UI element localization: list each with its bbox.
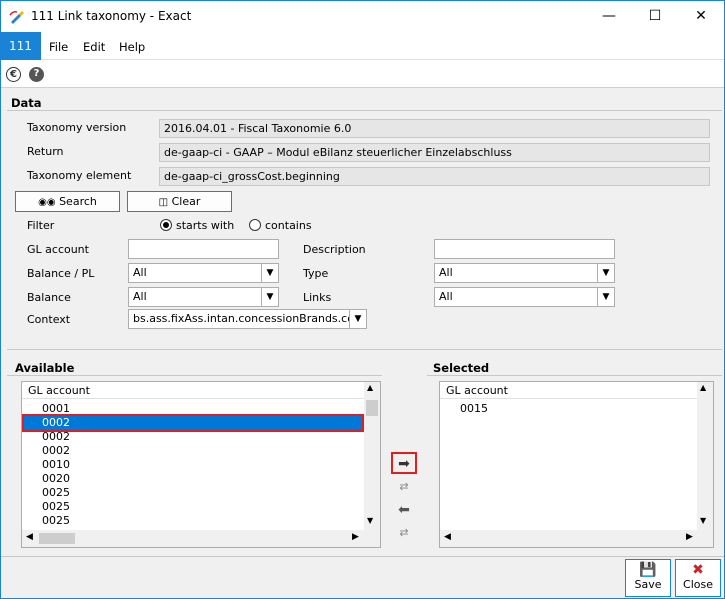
title-bar: 111 Link taxonomy - Exact — ☐ ✕ [1,1,724,32]
scroll-up-icon[interactable]: ▲ [367,383,373,392]
divider [1,556,724,557]
available-column-header[interactable]: GL account [22,382,364,399]
eraser-icon: ◫ [158,197,169,208]
taxonomy-version-field: 2016.04.01 - Fiscal Taxonomie 6.0 [159,119,710,138]
divider [7,349,722,350]
filter-label: Filter [27,219,55,232]
divider [427,375,722,376]
add-selected-button[interactable]: ➡ [391,452,417,474]
return-label: Return [27,145,64,158]
type-label: Type [303,267,329,280]
remove-all-button[interactable]: ⇄ [391,523,417,545]
list-item[interactable]: 0025 [24,500,362,514]
list-item[interactable]: 0001 [24,402,362,416]
available-header: Available [15,361,75,375]
close-button[interactable]: ✖ Close [675,559,721,597]
menu-bar: 111 File Edit Help [1,32,724,60]
selected-column-header[interactable]: GL account [440,382,697,399]
maximize-button[interactable]: ☐ [632,1,678,32]
starts-with-label: starts with [176,219,235,232]
links-select[interactable]: All ▼ [434,287,615,307]
description-input[interactable] [434,239,615,259]
balance-select[interactable]: All ▼ [128,287,279,307]
selected-header: Selected [433,361,490,375]
help-icon[interactable]: ? [29,67,44,82]
contains-radio[interactable] [249,219,261,231]
available-vertical-scrollbar[interactable]: ▲ ▼ [364,382,380,530]
close-window-button[interactable]: ✕ [678,1,724,32]
return-field: de-gaap-ci - GAAP – Modul eBilanz steuer… [159,143,710,162]
arrow-left-icon: ⬅ [398,502,410,518]
list-item[interactable]: 0002 [24,444,362,458]
scroll-thumb[interactable] [39,533,75,544]
binoculars-icon: ◉◉ [38,197,56,208]
taxonomy-element-field: de-gaap-ci_grossCost.beginning [159,167,710,186]
list-item[interactable]: 0020 [24,472,362,486]
taxonomy-version-label: Taxonomy version [27,121,127,134]
search-button[interactable]: ◉◉ Search [15,191,120,212]
scroll-down-icon[interactable]: ▼ [367,516,373,525]
data-section-header: Data [11,96,42,110]
add-all-button[interactable]: ⇄ [391,477,417,499]
balance-pl-select[interactable]: All ▼ [128,263,279,283]
list-item[interactable]: 0010 [24,458,362,472]
context-label: Context [27,313,71,326]
selected-vertical-scrollbar[interactable]: ▲ ▼ [697,382,713,530]
balance-label: Balance [27,291,71,304]
starts-with-radio[interactable] [160,219,172,231]
type-select[interactable]: All ▼ [434,263,615,283]
scroll-down-icon[interactable]: ▼ [700,516,706,525]
double-arrow-icon: ⇄ [399,480,409,493]
taxonomy-element-label: Taxonomy element [27,169,132,182]
window-title: 111 Link taxonomy - Exact [31,9,192,23]
euro-icon[interactable]: € [6,67,21,82]
available-list[interactable]: GL account 0001 0002 0002 0002 0010 0020 0025 0… [21,381,381,548]
remove-selected-button[interactable]: ⬅ [391,500,417,522]
scroll-left-icon[interactable]: ◀ [26,532,33,542]
list-item[interactable]: 0025 [24,514,362,528]
scroll-up-icon[interactable]: ▲ [700,383,706,392]
clear-button[interactable]: ◫ Clear [127,191,232,212]
gl-account-label: GL account [27,243,89,256]
divider [7,375,382,376]
application-window: 111 Link taxonomy - Exact — ☐ ✕ 111 File… [0,0,725,599]
available-horizontal-scrollbar[interactable]: ◀ ▶ [22,530,380,547]
app-icon [9,11,24,24]
chevron-down-icon[interactable]: ▼ [261,288,278,306]
list-item[interactable]: 0002 [24,430,362,444]
save-button[interactable]: 💾 Save [625,559,671,597]
arrow-right-icon: ➡ [398,456,410,472]
selected-horizontal-scrollbar[interactable]: ◀ ▶ [440,530,713,547]
chevron-down-icon[interactable]: ▼ [261,264,278,282]
scroll-right-icon[interactable]: ▶ [352,532,359,542]
chevron-down-icon[interactable]: ▼ [349,310,366,328]
close-icon: ✖ [692,562,704,578]
divider [7,110,722,111]
chevron-down-icon[interactable]: ▼ [597,264,614,282]
double-arrow-icon: ⇄ [399,526,409,539]
list-item[interactable]: 0002 [22,414,364,432]
menu-edit[interactable]: Edit [83,40,105,54]
scroll-thumb[interactable] [366,400,378,416]
floppy-disk-icon: 💾 [639,562,657,578]
chevron-down-icon[interactable]: ▼ [597,288,614,306]
contains-label: contains [265,219,312,232]
list-item[interactable]: 0015 [442,402,695,416]
menu-file[interactable]: File [49,40,68,54]
company-badge[interactable]: 111 [1,32,41,60]
context-select[interactable]: bs.ass.fixAss.intan.concessionBrands.cor… [128,309,367,329]
description-label: Description [303,243,366,256]
minimize-button[interactable]: — [586,1,632,32]
balance-pl-label: Balance / PL [27,267,95,280]
scroll-left-icon[interactable]: ◀ [444,532,451,542]
scroll-right-icon[interactable]: ▶ [686,532,693,542]
selected-list[interactable]: GL account 0015 ▲ ▼ ◀ ▶ [439,381,714,548]
menu-help[interactable]: Help [119,40,145,54]
links-label: Links [303,291,332,304]
list-item[interactable]: 0025 [24,486,362,500]
gl-account-input[interactable] [128,239,279,259]
toolbar [1,60,724,88]
